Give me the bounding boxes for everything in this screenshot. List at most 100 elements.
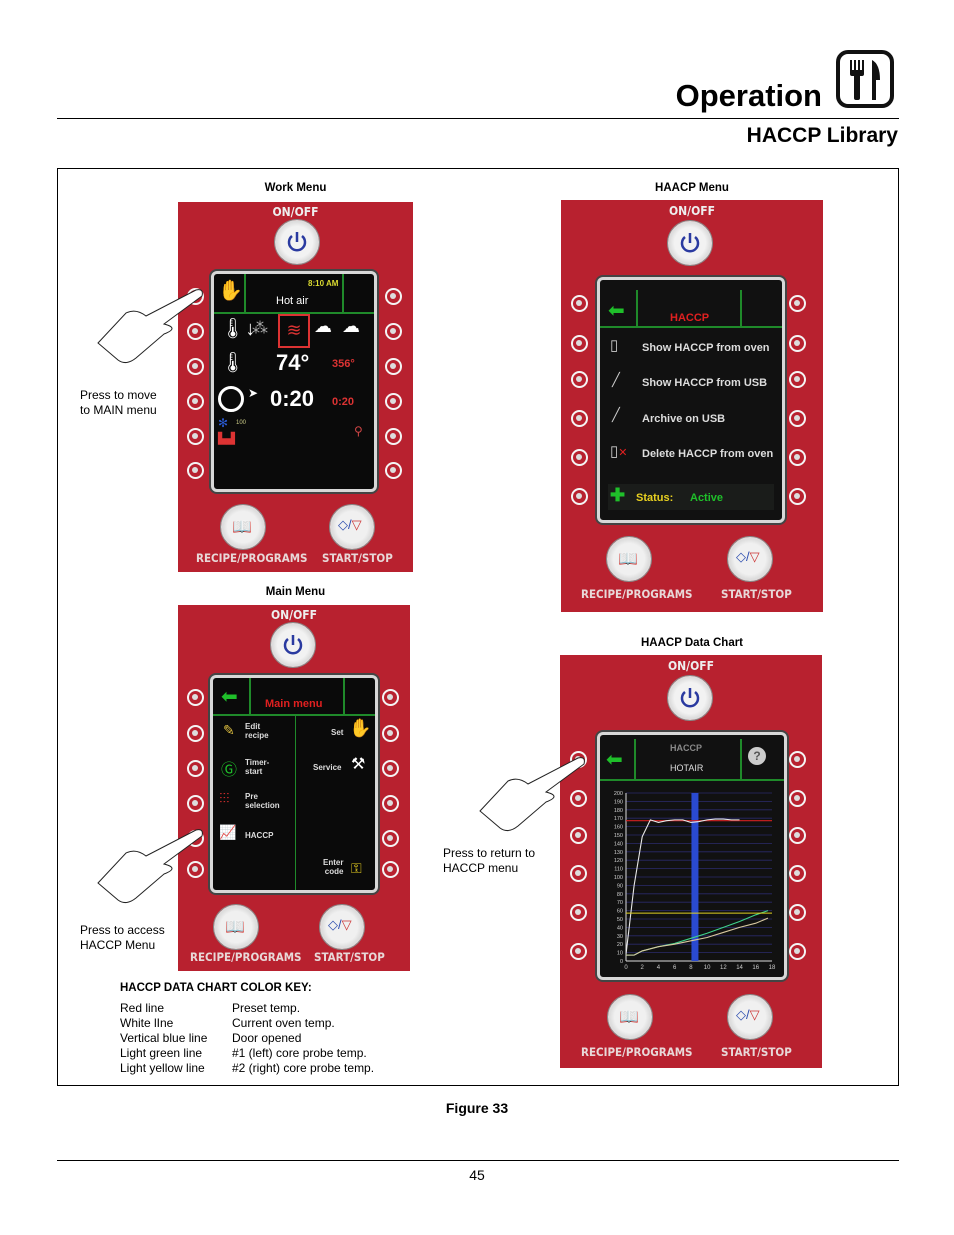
start-stop-button[interactable]: ◇/▽ bbox=[728, 995, 772, 1039]
menu-item-haccp[interactable]: HACCP bbox=[245, 831, 273, 840]
start-stop-button[interactable]: ◇/▽ bbox=[330, 505, 374, 549]
menu-item-archive-usb[interactable]: Archive on USB bbox=[642, 413, 725, 425]
side-button-right-4[interactable] bbox=[789, 410, 806, 427]
side-button-left-4[interactable] bbox=[187, 393, 204, 410]
side-button-right-3[interactable] bbox=[385, 358, 402, 375]
start-stop-button[interactable]: ◇/▽ bbox=[320, 905, 364, 949]
side-button-left-6[interactable] bbox=[570, 943, 587, 960]
back-arrow-icon[interactable]: ⬅ bbox=[606, 747, 623, 772]
recipe-programs-button[interactable]: 📖 bbox=[608, 995, 652, 1039]
side-button-left-3[interactable] bbox=[187, 760, 204, 777]
y-tick-label: 150 bbox=[614, 833, 623, 839]
power-button[interactable] bbox=[275, 220, 319, 264]
side-button-left-2[interactable] bbox=[187, 725, 204, 742]
side-button-right-6[interactable] bbox=[385, 462, 402, 479]
steam-cloud-icon[interactable]: ☁ bbox=[342, 316, 360, 337]
menu-item-service[interactable]: Service bbox=[313, 763, 341, 772]
combi-icon[interactable]: ☁ bbox=[314, 316, 332, 337]
thermometer-down-icon[interactable]: 🌡↓ bbox=[220, 316, 255, 341]
set-timer[interactable]: 0:20 bbox=[332, 396, 354, 408]
back-arrow-icon[interactable]: ⬅ bbox=[221, 684, 238, 709]
side-button-right-4[interactable] bbox=[789, 865, 806, 882]
menu-item-set[interactable]: Set bbox=[331, 728, 343, 737]
pointing-hand-icon bbox=[97, 289, 203, 364]
menu-item-show-haccp-usb[interactable]: Show HACCP from USB bbox=[642, 377, 767, 389]
menu-item-enter-code[interactable]: Enter code bbox=[323, 858, 343, 876]
core-probe-icon[interactable]: ⚲ bbox=[354, 424, 363, 438]
plus-icon[interactable]: ✚ bbox=[610, 485, 625, 506]
power-button[interactable] bbox=[668, 676, 712, 720]
side-button-left-4[interactable] bbox=[571, 410, 588, 427]
fan-icon[interactable]: ✻ bbox=[218, 416, 228, 430]
menu-item-edit-recipe[interactable]: Edit recipe bbox=[245, 722, 269, 740]
main-menu-panel: ON/OFF ⬅ Main menu ✎ Edit recipe Ⓖ Timer-… bbox=[178, 605, 410, 971]
thermometer-icon[interactable]: 🌡 bbox=[220, 350, 245, 375]
y-tick-label: 200 bbox=[614, 791, 623, 797]
y-tick-label: 100 bbox=[614, 875, 623, 881]
side-button-right-2[interactable] bbox=[789, 335, 806, 352]
menu-item-show-haccp-oven[interactable]: Show HACCP from oven bbox=[642, 342, 770, 354]
side-button-right-5[interactable] bbox=[382, 830, 399, 847]
haccp-chart-panel: ON/OFF ⬅ HACCP HOTAIR ? 0 10 20 30 40 50 60 70 8… bbox=[560, 655, 822, 1068]
recipe-programs-button[interactable]: 📖 bbox=[607, 537, 651, 581]
key-icon: ⚿ bbox=[351, 860, 362, 876]
side-button-right-2[interactable] bbox=[789, 790, 806, 807]
side-button-left-5[interactable] bbox=[187, 428, 204, 445]
menu-item-preselection[interactable]: Pre selection bbox=[245, 792, 280, 810]
y-tick-label: 110 bbox=[614, 867, 623, 873]
side-button-left-6[interactable] bbox=[571, 488, 588, 505]
recipe-programs-label: RECIPE/PROGRAMS bbox=[196, 551, 308, 565]
side-button-right-5[interactable] bbox=[789, 449, 806, 466]
clock-time: 8:10 AM bbox=[308, 279, 339, 288]
side-button-left-6[interactable] bbox=[187, 462, 204, 479]
side-button-right-6[interactable] bbox=[789, 943, 806, 960]
side-button-right-1[interactable] bbox=[385, 288, 402, 305]
side-button-right-2[interactable] bbox=[385, 323, 402, 340]
side-button-right-3[interactable] bbox=[789, 371, 806, 388]
set-temperature[interactable]: 356° bbox=[332, 358, 355, 370]
menu-item-timer-start[interactable]: Timer-start bbox=[245, 758, 269, 776]
side-button-left-4[interactable] bbox=[570, 865, 587, 882]
service-tools-icon: ⚒ bbox=[351, 756, 366, 773]
start-stop-button[interactable]: ◇/▽ bbox=[728, 537, 772, 581]
side-button-right-2[interactable] bbox=[382, 725, 399, 742]
set-hand-icon[interactable]: ✋ bbox=[218, 278, 243, 303]
start-stop-icon: ◇/▽ bbox=[328, 917, 352, 932]
side-button-left-1[interactable] bbox=[187, 689, 204, 706]
side-button-right-5[interactable] bbox=[385, 428, 402, 445]
x-tick-label: 4 bbox=[657, 965, 661, 971]
side-button-left-4[interactable] bbox=[187, 795, 204, 812]
side-button-right-3[interactable] bbox=[382, 760, 399, 777]
side-button-left-2[interactable] bbox=[571, 335, 588, 352]
side-button-right-1[interactable] bbox=[789, 751, 806, 768]
side-button-right-4[interactable] bbox=[385, 393, 402, 410]
menu-item-delete-haccp-oven[interactable]: Delete HACCP from oven bbox=[642, 448, 773, 460]
side-button-left-3[interactable] bbox=[571, 371, 588, 388]
side-button-left-5[interactable] bbox=[571, 449, 588, 466]
x-tick-label: 16 bbox=[752, 965, 759, 971]
side-button-right-6[interactable] bbox=[789, 488, 806, 505]
work-menu-panel: ON/OFF ✋ 8:10 AM Hot air 🌡↓ ⁂ ≋ ☁ ☁ 🌡 74… bbox=[178, 202, 413, 572]
side-button-right-5[interactable] bbox=[789, 904, 806, 921]
haccp-menu-panel: ON/OFF ⬅ HACCP ▯ Show HACCP from oven ╱ … bbox=[561, 200, 823, 612]
side-button-right-3[interactable] bbox=[789, 827, 806, 844]
x-tick-label: 2 bbox=[641, 965, 645, 971]
recipe-programs-button[interactable]: 📖 bbox=[221, 505, 265, 549]
help-icon[interactable]: ? bbox=[748, 747, 766, 765]
recipe-programs-button[interactable]: 📖 bbox=[214, 905, 258, 949]
power-button[interactable] bbox=[271, 623, 315, 667]
current-temperature: 74° bbox=[276, 350, 310, 375]
side-button-left-5[interactable] bbox=[570, 904, 587, 921]
haccp-menu-screen: ⬅ HACCP ▯ Show HACCP from oven ╱ Show HA… bbox=[597, 277, 785, 523]
side-button-left-1[interactable] bbox=[571, 295, 588, 312]
steam-icon[interactable]: ⁂ bbox=[252, 318, 268, 338]
side-button-right-1[interactable] bbox=[789, 295, 806, 312]
hot-air-icon[interactable]: ≋ bbox=[278, 314, 310, 348]
side-button-right-4[interactable] bbox=[382, 795, 399, 812]
cooking-mode: Hot air bbox=[276, 295, 309, 307]
side-button-right-1[interactable] bbox=[382, 689, 399, 706]
side-button-right-6[interactable] bbox=[382, 861, 399, 878]
power-button[interactable] bbox=[668, 221, 712, 265]
timer-icon[interactable] bbox=[218, 386, 244, 412]
back-arrow-icon[interactable]: ⬅ bbox=[608, 298, 625, 323]
